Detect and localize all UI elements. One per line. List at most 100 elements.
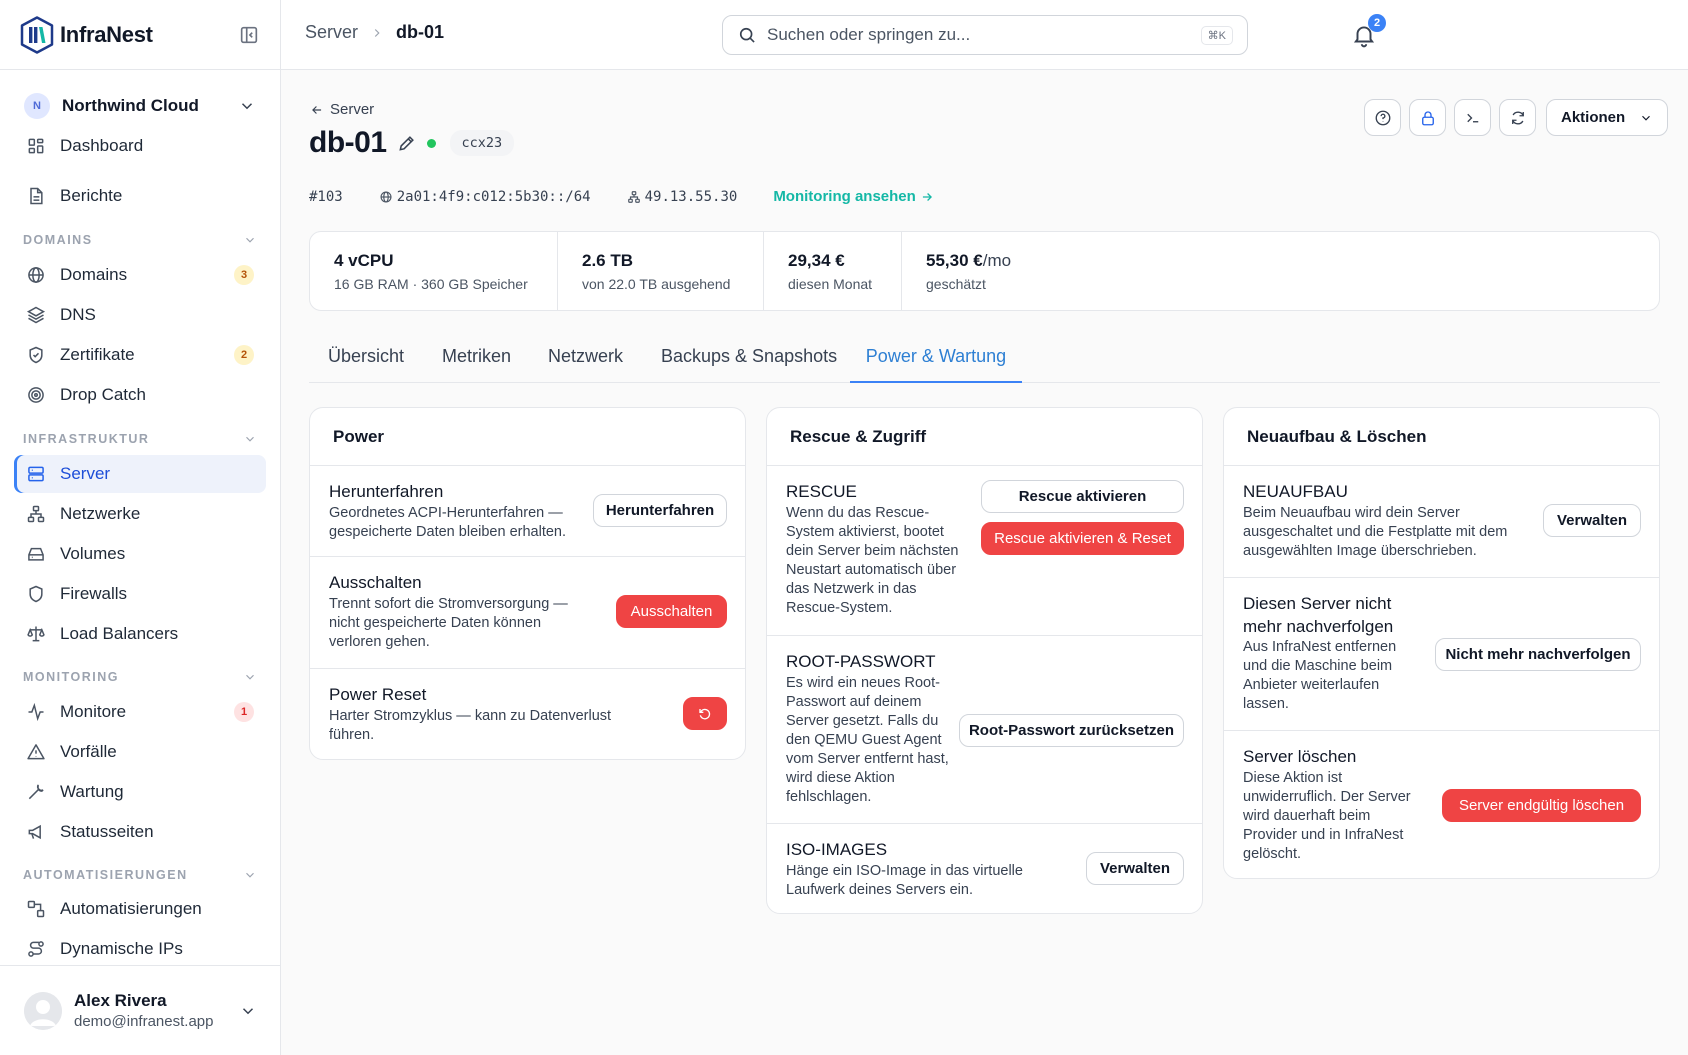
rescue-activate-reset-button[interactable]: Rescue aktivieren & Reset	[981, 522, 1184, 555]
nav-automations-label: Automatisierungen	[60, 899, 202, 918]
nav-dynamic-ips[interactable]: Dynamische IPs	[14, 930, 266, 968]
untrack-button[interactable]: Nicht mehr nachverfolgen	[1435, 638, 1641, 671]
tab-metrics[interactable]: Metriken	[442, 346, 511, 383]
iso-manage-button[interactable]: Verwalten	[1086, 852, 1184, 885]
route-icon	[28, 941, 44, 957]
reset-root-password-button[interactable]: Root-Passwort zurücksetzen	[959, 714, 1184, 747]
activity-icon	[28, 702, 44, 722]
stat-cpu-sub: 16 GB RAM · 360 GB Speicher	[334, 275, 528, 292]
monitoring-link[interactable]: Monitoring ansehen	[773, 188, 934, 205]
tab-backups[interactable]: Backups & Snapshots	[661, 346, 837, 383]
stat-cost-month-sub: diesen Monat	[788, 275, 873, 292]
search-input[interactable]: Suchen oder springen zu... ⌘K	[722, 15, 1248, 55]
wrench-icon	[28, 784, 44, 800]
status-online-dot	[426, 138, 436, 148]
nav-firewalls-label: Firewalls	[60, 584, 128, 603]
nav-section-monitoring[interactable]: MONITORING	[23, 670, 257, 684]
nav-volumes[interactable]: Volumes	[14, 535, 266, 573]
refresh-button[interactable]	[1499, 99, 1536, 136]
nav-dns[interactable]: DNS	[14, 296, 266, 334]
title-row: db-01 ccx23	[309, 126, 515, 160]
nav-domains[interactable]: Domains 3	[14, 256, 266, 294]
rebuild-manage-button[interactable]: Verwalten	[1543, 504, 1641, 537]
rescue-row: RESCUE Wenn du das Rescue-System aktivie…	[767, 466, 1202, 636]
user-name: Alex Rivera	[74, 991, 167, 1010]
nav-monitors[interactable]: Monitore 1	[14, 693, 266, 731]
ipv4-address: 49.13.55.30	[627, 188, 738, 205]
poweroff-button[interactable]: Ausschalten	[616, 595, 727, 628]
shield-check-icon	[29, 346, 43, 364]
nav-load-balancers-label: Load Balancers	[60, 624, 179, 643]
console-button[interactable]	[1454, 99, 1491, 136]
stat-traffic-value: 2.6 TB	[582, 250, 634, 270]
monitors-count-badge: 1	[234, 702, 254, 722]
stat-cost-month-value: 29,34 €	[788, 250, 845, 270]
tab-network[interactable]: Netzwerk	[548, 346, 623, 383]
stat-cpu: 4 vCPU 16 GB RAM · 360 GB Speicher	[310, 232, 558, 310]
sidebar: InfraNest N Northwind Cloud Dashboard Be…	[0, 0, 281, 1055]
rebuild-card-title: Neuaufbau & Löschen	[1224, 408, 1659, 466]
nav-maintenance[interactable]: Wartung	[14, 773, 266, 811]
tab-overview[interactable]: Übersicht	[328, 346, 404, 383]
shield-icon	[29, 585, 43, 603]
help-button[interactable]	[1364, 99, 1401, 136]
nav-dns-label: DNS	[60, 305, 96, 324]
stat-cpu-value: 4 vCPU	[334, 250, 394, 270]
user-email: demo@infranest.app	[74, 1013, 214, 1030]
power-reset-row: Power Reset Harter Stromzyklus — kann zu…	[310, 669, 745, 759]
ipv4-value: 49.13.55.30	[644, 188, 738, 205]
iso-row: ISO-IMAGES Hänge ein ISO-Image in das vi…	[767, 824, 1202, 914]
shutdown-button[interactable]: Herunterfahren	[593, 494, 727, 527]
nav-drop-catch[interactable]: Drop Catch	[14, 376, 266, 414]
nav-networks[interactable]: Netzwerke	[14, 495, 266, 533]
globe-icon	[28, 267, 44, 283]
logo-row: InfraNest	[0, 0, 280, 70]
nav-section-monitoring-label: MONITORING	[23, 670, 120, 684]
nav-status-pages[interactable]: Statusseiten	[14, 813, 266, 851]
stat-traffic: 2.6 TB von 22.0 TB ausgehend	[558, 232, 764, 310]
actions-dropdown[interactable]: Aktionen	[1546, 99, 1669, 136]
shutdown-row: Herunterfahren Geordnetes ACPI-Herunterf…	[310, 466, 745, 557]
rebuild-desc: Beim Neuaufbau wird dein Server ausgesch…	[1243, 505, 1508, 559]
nav-reports[interactable]: Berichte	[14, 177, 266, 215]
nav-incidents[interactable]: Vorfälle	[14, 733, 266, 771]
rescue-desc: Wenn du das Rescue-System aktivierst, bo…	[786, 505, 959, 616]
help-circle-icon	[1375, 110, 1390, 125]
nav-section-automation[interactable]: AUTOMATISIERUNGEN	[23, 868, 257, 882]
breadcrumb-server-link[interactable]: Server	[305, 22, 358, 43]
poweroff-row: Ausschalten Trennt sofort die Stromverso…	[310, 557, 745, 669]
pencil-icon[interactable]	[397, 133, 417, 153]
notification-count-badge: 2	[1368, 14, 1386, 32]
terminal-icon	[1466, 113, 1478, 122]
nav-automations[interactable]: Automatisierungen	[14, 890, 266, 928]
user-menu[interactable]: Alex Rivera demo@infranest.app	[0, 965, 281, 1055]
target-icon	[28, 387, 44, 403]
tab-power-maintenance[interactable]: Power & Wartung	[850, 346, 1022, 383]
delete-server-button[interactable]: Server endgültig löschen	[1442, 789, 1641, 822]
chevron-down-icon	[1642, 115, 1651, 121]
lock-button[interactable]	[1409, 99, 1446, 136]
workflow-icon	[27, 900, 45, 918]
nav-section-infra[interactable]: INFRASTRUKTUR	[23, 432, 257, 446]
power-reset-button[interactable]	[683, 697, 727, 730]
poweroff-desc: Trennt sofort die Stromversorgung — nich…	[329, 596, 568, 650]
collapse-sidebar-icon[interactable]	[238, 24, 260, 46]
nav-dashboard[interactable]: Dashboard	[14, 127, 266, 165]
chevron-right-icon	[374, 28, 380, 37]
nav-load-balancers[interactable]: Load Balancers	[14, 615, 266, 653]
nav-firewalls[interactable]: Firewalls	[14, 575, 266, 613]
rescue-card-title: Rescue & Zugriff	[767, 408, 1202, 466]
nav-certificates[interactable]: Zertifikate 2	[14, 336, 266, 374]
nav-dashboard-label: Dashboard	[60, 136, 144, 155]
header-actions: Aktionen	[1364, 99, 1669, 136]
rebuild-title: NEUAUFBAU	[1243, 482, 1348, 501]
back-to-server-link[interactable]: Server	[310, 101, 374, 118]
chevron-down-icon	[246, 674, 254, 680]
rescue-title: RESCUE	[786, 482, 857, 501]
nav-server[interactable]: Server	[14, 455, 266, 493]
org-name: Northwind Cloud	[62, 96, 199, 115]
nav-section-domains[interactable]: DOMAINS	[23, 233, 257, 247]
rescue-activate-button[interactable]: Rescue aktivieren	[981, 480, 1184, 513]
arrow-right-icon	[922, 192, 932, 201]
nav-volumes-label: Volumes	[60, 544, 126, 563]
